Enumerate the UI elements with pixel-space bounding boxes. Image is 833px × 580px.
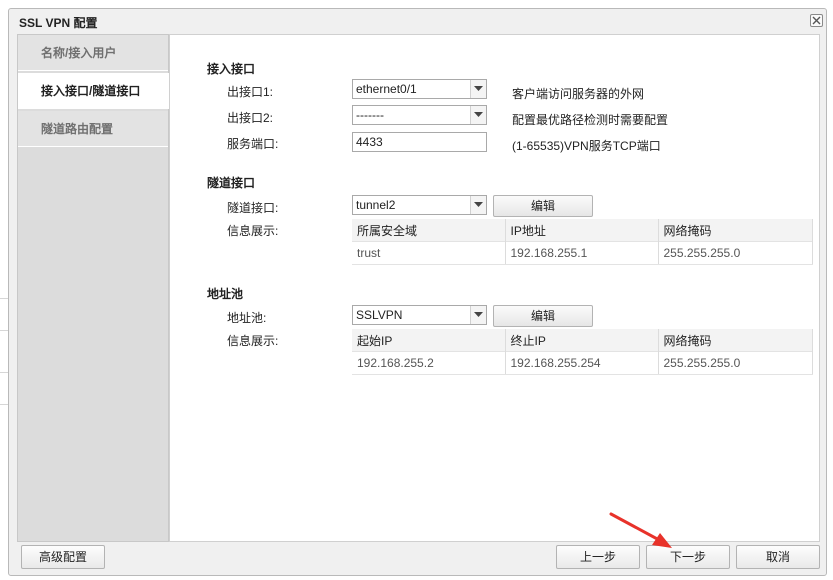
table-header-cell: IP地址 xyxy=(505,219,659,242)
tunnel-interface-label: 隧道接口: xyxy=(227,201,279,215)
cancel-button[interactable]: 取消 xyxy=(736,545,820,569)
service-port-label: 服务端口: xyxy=(227,137,279,151)
advanced-config-button[interactable]: 高级配置 xyxy=(21,545,105,569)
table-cell: 192.168.255.254 xyxy=(505,351,659,375)
sidebar-item-name-users[interactable]: 名称/接入用户 xyxy=(18,35,168,71)
out-interface-2-select[interactable]: ------- xyxy=(352,105,487,125)
table-cell: 192.168.255.2 xyxy=(352,351,506,375)
out-interface-1-value: ethernet0/1 xyxy=(356,82,417,96)
table-cell: 192.168.255.1 xyxy=(505,241,659,265)
access-section-title: 接入接口 xyxy=(207,62,256,76)
table-header-cell: 起始IP xyxy=(352,329,506,352)
tunnel-info-table: 所属安全域 IP地址 网络掩码 trust 192.168.255.1 255.… xyxy=(352,219,813,265)
sidebar-item-interfaces[interactable]: 接入接口/隧道接口 xyxy=(18,73,169,109)
pool-section-title: 地址池 xyxy=(207,287,244,301)
address-pool-value: SSLVPN xyxy=(356,308,403,322)
table-row: 192.168.255.2 192.168.255.254 255.255.25… xyxy=(352,351,813,375)
sidebar-item-tunnel-routes[interactable]: 隧道路由配置 xyxy=(18,111,168,147)
tunnel-info-label: 信息展示: xyxy=(227,224,279,238)
tunnel-edit-button[interactable]: 编辑 xyxy=(493,195,593,217)
service-port-input[interactable]: 4433 xyxy=(352,132,487,152)
tunnel-interface-value: tunnel2 xyxy=(356,198,396,212)
next-step-button[interactable]: 下一步 xyxy=(646,545,730,569)
ssl-vpn-dialog: SSL VPN 配置 名称/接入用户 接入接口/隧道接口 隧道路由配置 接入接口… xyxy=(8,8,827,576)
table-cell: 255.255.255.0 xyxy=(658,351,813,375)
out-interface-2-label: 出接口2: xyxy=(227,111,274,125)
service-port-hint: (1-65535)VPN服务TCP端口 xyxy=(512,139,661,153)
table-header-cell: 网络掩码 xyxy=(658,219,813,242)
out-interface-1-select[interactable]: ethernet0/1 xyxy=(352,79,487,99)
dialog-title: SSL VPN 配置 xyxy=(19,16,98,30)
chevron-down-icon xyxy=(474,86,483,91)
content-panel: 接入接口 出接口1: ethernet0/1 客户端访问服务器的外网 出接口2:… xyxy=(169,34,820,542)
tunnel-section-title: 隧道接口 xyxy=(207,176,256,190)
pool-edit-button[interactable]: 编辑 xyxy=(493,305,593,327)
table-cell: 255.255.255.0 xyxy=(658,241,813,265)
tunnel-interface-select[interactable]: tunnel2 xyxy=(352,195,487,215)
close-button[interactable] xyxy=(810,14,823,27)
out-interface-1-hint: 客户端访问服务器的外网 xyxy=(512,87,645,101)
table-row: trust 192.168.255.1 255.255.255.0 xyxy=(352,241,813,265)
chevron-down-icon xyxy=(474,312,483,317)
background-line xyxy=(0,404,8,405)
table-header-cell: 所属安全域 xyxy=(352,219,506,242)
chevron-down-icon xyxy=(474,202,483,207)
close-icon xyxy=(812,16,821,25)
table-header-row: 起始IP 终止IP 网络掩码 xyxy=(352,329,813,352)
out-interface-2-value: ------- xyxy=(356,108,384,122)
background-line xyxy=(0,298,8,299)
dialog-titlebar: SSL VPN 配置 xyxy=(9,9,826,33)
pool-info-label: 信息展示: xyxy=(227,334,279,348)
table-cell: trust xyxy=(352,241,506,265)
background-line xyxy=(0,372,8,373)
chevron-down-icon xyxy=(474,112,483,117)
table-header-cell: 终止IP xyxy=(505,329,659,352)
wizard-sidebar: 名称/接入用户 接入接口/隧道接口 隧道路由配置 xyxy=(17,34,169,542)
out-interface-1-label: 出接口1: xyxy=(227,85,274,99)
out-interface-2-hint: 配置最优路径检测时需要配置 xyxy=(512,113,669,127)
address-pool-label: 地址池: xyxy=(227,311,267,325)
pool-info-table: 起始IP 终止IP 网络掩码 192.168.255.2 192.168.255… xyxy=(352,329,813,375)
background-line xyxy=(0,330,8,331)
previous-step-button[interactable]: 上一步 xyxy=(556,545,640,569)
table-header-cell: 网络掩码 xyxy=(658,329,813,352)
table-header-row: 所属安全域 IP地址 网络掩码 xyxy=(352,219,813,242)
address-pool-select[interactable]: SSLVPN xyxy=(352,305,487,325)
